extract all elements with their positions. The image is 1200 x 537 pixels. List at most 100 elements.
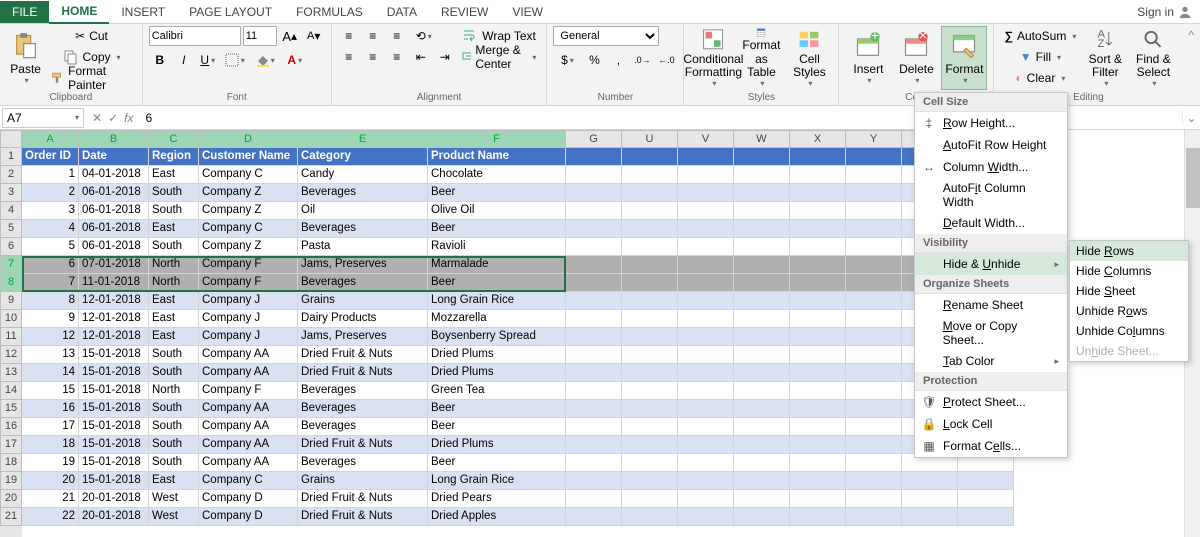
cell[interactable] xyxy=(622,184,678,202)
menu-autofit-row[interactable]: AutoFit Row Height xyxy=(915,134,1067,156)
cell[interactable] xyxy=(622,400,678,418)
cell[interactable]: Region xyxy=(149,148,199,166)
cell[interactable]: West xyxy=(149,508,199,526)
row-header-19[interactable]: 19 xyxy=(0,472,22,490)
tab-page-layout[interactable]: PAGE LAYOUT xyxy=(177,1,284,23)
fill-button[interactable]: ▼Fill▾ xyxy=(1000,47,1080,67)
cell[interactable] xyxy=(566,238,622,256)
row-header-10[interactable]: 10 xyxy=(0,310,22,328)
cell[interactable]: Beer xyxy=(428,184,566,202)
cell[interactable]: 14 xyxy=(22,364,79,382)
cell[interactable] xyxy=(678,310,734,328)
cell[interactable] xyxy=(622,220,678,238)
cell[interactable] xyxy=(566,292,622,310)
align-right-button[interactable]: ≡ xyxy=(386,47,408,67)
cell[interactable]: South xyxy=(149,346,199,364)
decrease-decimal-button[interactable]: ←.0 xyxy=(655,50,677,70)
cell[interactable]: Beer xyxy=(428,400,566,418)
enter-formula-button[interactable]: ✓ xyxy=(108,111,118,125)
clear-button[interactable]: ◐Clear▾ xyxy=(1000,68,1080,88)
cell[interactable]: Dried Fruit & Nuts xyxy=(298,490,428,508)
cell[interactable] xyxy=(566,328,622,346)
cell[interactable]: 18 xyxy=(22,436,79,454)
cell[interactable] xyxy=(790,202,846,220)
find-select-button[interactable]: Find & Select▾ xyxy=(1130,26,1176,90)
cell[interactable]: Company D xyxy=(199,508,298,526)
cell[interactable] xyxy=(734,202,790,220)
cell[interactable] xyxy=(622,202,678,220)
row-header-6[interactable]: 6 xyxy=(0,238,22,256)
cell[interactable] xyxy=(958,472,1014,490)
cell[interactable] xyxy=(846,148,902,166)
sign-in[interactable]: Sign in xyxy=(1129,1,1200,23)
cell[interactable]: 12-01-2018 xyxy=(79,328,149,346)
cell[interactable]: 15-01-2018 xyxy=(79,472,149,490)
cell[interactable]: Boysenberry Spread xyxy=(428,328,566,346)
tab-review[interactable]: REVIEW xyxy=(429,1,500,23)
cell[interactable]: South xyxy=(149,184,199,202)
cell[interactable]: East xyxy=(149,220,199,238)
cell[interactable]: Beverages xyxy=(298,382,428,400)
cell[interactable] xyxy=(846,436,902,454)
cell[interactable]: Beverages xyxy=(298,220,428,238)
cell[interactable]: 06-01-2018 xyxy=(79,202,149,220)
cell[interactable] xyxy=(734,292,790,310)
cell[interactable] xyxy=(566,274,622,292)
cell[interactable]: East xyxy=(149,166,199,184)
row-header-1[interactable]: 1 xyxy=(0,148,22,166)
cell[interactable] xyxy=(846,382,902,400)
cell[interactable] xyxy=(622,166,678,184)
submenu-unhide-rows[interactable]: Unhide Rows xyxy=(1070,301,1188,321)
paste-button[interactable]: Paste▾ xyxy=(6,26,45,90)
cell[interactable]: Green Tea xyxy=(428,382,566,400)
cell[interactable]: Product Name xyxy=(428,148,566,166)
cell[interactable]: Beverages xyxy=(298,400,428,418)
cell[interactable] xyxy=(790,382,846,400)
cell[interactable]: Dried Plums xyxy=(428,364,566,382)
cell[interactable] xyxy=(846,508,902,526)
cell[interactable] xyxy=(678,400,734,418)
cell[interactable]: 7 xyxy=(22,274,79,292)
cell[interactable] xyxy=(846,238,902,256)
cell[interactable] xyxy=(790,166,846,184)
cell[interactable]: Order ID xyxy=(22,148,79,166)
fill-color-button[interactable]: ▾ xyxy=(251,50,279,70)
cell[interactable]: 06-01-2018 xyxy=(79,220,149,238)
cell[interactable] xyxy=(678,202,734,220)
cell[interactable]: Beer xyxy=(428,454,566,472)
cell[interactable]: 11-01-2018 xyxy=(79,274,149,292)
column-header-X[interactable]: X xyxy=(790,130,846,148)
submenu-hide-sheet[interactable]: Hide Sheet xyxy=(1070,281,1188,301)
cell[interactable] xyxy=(734,148,790,166)
cell[interactable] xyxy=(734,328,790,346)
column-header-V[interactable]: V xyxy=(678,130,734,148)
cell[interactable]: Beer xyxy=(428,220,566,238)
cell[interactable] xyxy=(566,346,622,364)
cell[interactable] xyxy=(566,454,622,472)
expand-formula-bar-button[interactable]: ⌄ xyxy=(1182,111,1200,125)
cell[interactable] xyxy=(846,346,902,364)
cell[interactable]: Customer Name xyxy=(199,148,298,166)
cell[interactable] xyxy=(790,400,846,418)
submenu-hide-rows[interactable]: Hide Rows xyxy=(1070,241,1188,261)
column-header-G[interactable]: G xyxy=(566,130,622,148)
cell[interactable] xyxy=(846,166,902,184)
row-header-21[interactable]: 21 xyxy=(0,508,22,526)
cell[interactable] xyxy=(790,292,846,310)
cell[interactable] xyxy=(734,454,790,472)
cell[interactable]: Dried Plums xyxy=(428,346,566,364)
cell[interactable]: Company Z xyxy=(199,184,298,202)
menu-default-width[interactable]: Default Width... xyxy=(915,212,1067,234)
cell[interactable] xyxy=(678,418,734,436)
menu-hide-unhide[interactable]: Hide & Unhide▸ xyxy=(915,253,1067,275)
cell[interactable] xyxy=(846,472,902,490)
cell[interactable] xyxy=(678,508,734,526)
cell[interactable] xyxy=(790,328,846,346)
cell[interactable] xyxy=(678,184,734,202)
row-header-2[interactable]: 2 xyxy=(0,166,22,184)
conditional-formatting-button[interactable]: Conditional Formatting▾ xyxy=(690,26,736,90)
cell[interactable]: Dried Fruit & Nuts xyxy=(298,364,428,382)
cell[interactable]: Long Grain Rice xyxy=(428,292,566,310)
align-bottom-button[interactable]: ≡ xyxy=(386,26,408,46)
cell[interactable] xyxy=(622,382,678,400)
